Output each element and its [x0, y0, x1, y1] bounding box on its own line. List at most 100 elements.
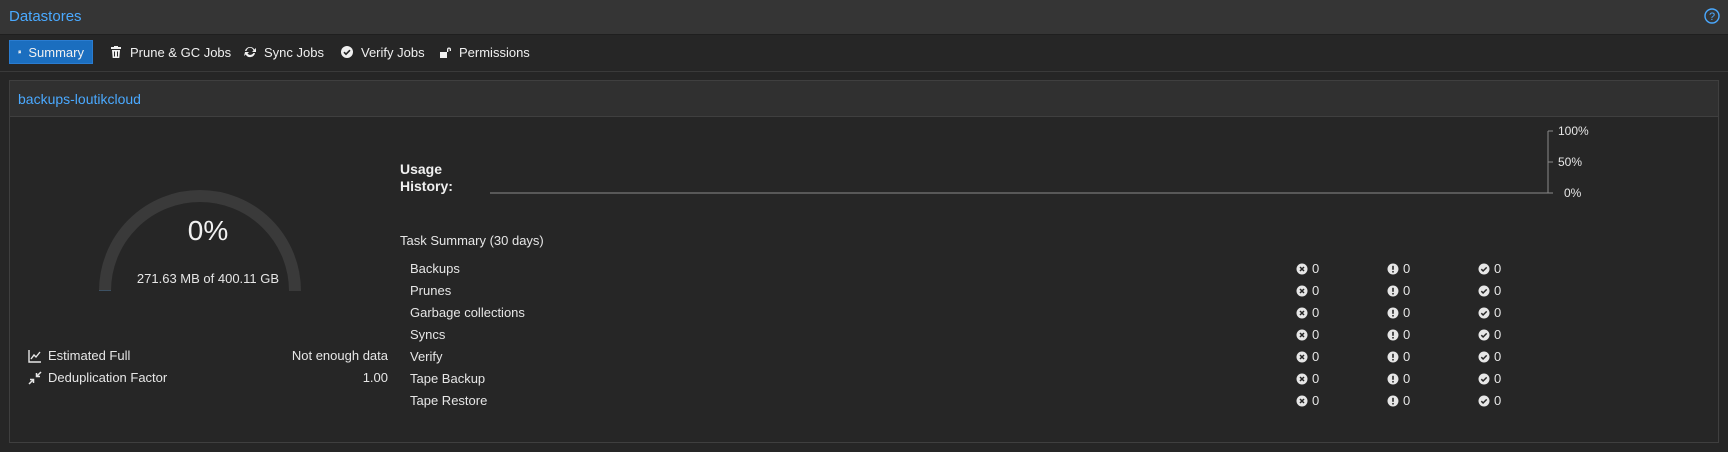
task-name: Verify [410, 349, 443, 364]
tab-summary-label: Summary [28, 44, 84, 60]
ok-icon [1478, 329, 1490, 340]
tab-prune-gc-jobs[interactable]: Prune & GC Jobs [101, 40, 239, 64]
chart-tick-label-0: 0% [1564, 186, 1582, 200]
warning-icon [1387, 395, 1399, 406]
warning-icon [1387, 285, 1399, 296]
task-ok: 0 [1478, 261, 1501, 276]
datastore-name: backups-loutikcloud [18, 91, 141, 107]
task-errors-count: 0 [1312, 305, 1320, 320]
task-ok-count: 0 [1494, 261, 1502, 276]
task-ok: 0 [1478, 305, 1501, 320]
datastore-panel: backups-loutikcloud 0% 271.63 MB of 400.… [9, 80, 1719, 443]
estimated-full-label: Estimated Full [48, 348, 131, 363]
task-errors-count: 0 [1312, 283, 1320, 298]
task-name: Garbage collections [410, 305, 525, 320]
error-icon [1296, 395, 1308, 406]
chart-tick-label-50: 50% [1558, 155, 1582, 169]
error-icon [1296, 373, 1308, 384]
task-warnings: 0 [1387, 283, 1410, 298]
task-warnings: 0 [1387, 349, 1410, 364]
task-warnings-count: 0 [1403, 283, 1411, 298]
ok-icon [1478, 351, 1490, 362]
task-warnings-count: 0 [1403, 393, 1411, 408]
task-ok-count: 0 [1494, 283, 1502, 298]
task-warnings-count: 0 [1403, 305, 1411, 320]
book-icon [18, 50, 21, 54]
tab-verify-jobs-label: Verify Jobs [361, 44, 425, 60]
warning-icon [1387, 263, 1399, 274]
error-icon [1296, 307, 1308, 318]
task-warnings-count: 0 [1403, 349, 1411, 364]
tab-verify-jobs[interactable]: Verify Jobs [332, 40, 433, 64]
task-errors-count: 0 [1312, 261, 1320, 276]
task-errors: 0 [1296, 305, 1319, 320]
task-errors-count: 0 [1312, 393, 1320, 408]
tab-prune-gc-jobs-label: Prune & GC Jobs [130, 44, 232, 60]
tab-summary[interactable]: Summary [9, 40, 93, 64]
task-ok: 0 [1478, 393, 1501, 408]
task-row: Tape Backup 0 0 0 [400, 371, 1650, 393]
ok-icon [1478, 285, 1490, 296]
ok-icon [1478, 373, 1490, 384]
svg-text:?: ? [1709, 11, 1715, 23]
task-warnings: 0 [1387, 327, 1410, 342]
task-row: Backups 0 0 0 [400, 261, 1650, 283]
task-row: Garbage collections 0 0 0 [400, 305, 1650, 327]
task-name: Tape Backup [410, 371, 486, 386]
task-errors: 0 [1296, 393, 1319, 408]
task-warnings: 0 [1387, 305, 1410, 320]
tab-permissions-label: Permissions [459, 44, 530, 60]
task-ok: 0 [1478, 327, 1501, 342]
trash-icon [111, 46, 121, 58]
task-errors: 0 [1296, 371, 1319, 386]
usage-history-chart: 100% 50% 0% [490, 124, 1589, 200]
task-warnings: 0 [1387, 261, 1410, 276]
task-errors: 0 [1296, 283, 1319, 298]
estimated-full-row: Estimated Full Not enough data [28, 348, 388, 366]
chart-tick-label-100: 100% [1558, 124, 1589, 138]
task-summary-title: Task Summary (30 days) [400, 233, 544, 248]
task-ok-count: 0 [1494, 371, 1502, 386]
task-ok: 0 [1478, 283, 1501, 298]
help-icon[interactable]: ? [1704, 8, 1720, 24]
error-icon [1296, 351, 1308, 362]
usage-history-label-line2: History: [400, 178, 453, 194]
task-errors: 0 [1296, 261, 1319, 276]
usage-text: 271.63 MB of 400.11 GB [136, 271, 280, 286]
compress-icon [28, 371, 42, 385]
task-ok-count: 0 [1494, 349, 1502, 364]
ok-icon [1478, 263, 1490, 274]
task-row: Prunes 0 0 0 [400, 283, 1650, 305]
warning-icon [1387, 351, 1399, 362]
tab-sync-jobs[interactable]: Sync Jobs [235, 40, 332, 64]
task-row: Tape Restore 0 0 0 [400, 393, 1650, 415]
task-errors-count: 0 [1312, 371, 1320, 386]
dedup-factor-row: Deduplication Factor 1.00 [28, 370, 388, 388]
task-errors: 0 [1296, 327, 1319, 342]
refresh-icon [244, 46, 256, 58]
task-ok-count: 0 [1494, 393, 1502, 408]
error-icon [1296, 263, 1308, 274]
usage-percent: 0% [187, 215, 229, 246]
warning-icon [1387, 329, 1399, 340]
tab-bar: Summary Prune & GC Jobs Sync Jobs Verify… [0, 35, 1728, 72]
tab-permissions[interactable]: Permissions [430, 40, 538, 64]
line-chart-icon [28, 350, 41, 363]
ok-icon [1478, 395, 1490, 406]
warning-icon [1387, 307, 1399, 318]
task-warnings-count: 0 [1403, 371, 1411, 386]
ok-icon [1478, 307, 1490, 318]
task-warnings: 0 [1387, 371, 1410, 386]
task-name: Tape Restore [410, 393, 488, 408]
error-icon [1296, 285, 1308, 296]
task-ok-count: 0 [1494, 305, 1502, 320]
dedup-factor-label: Deduplication Factor [48, 370, 168, 385]
task-name: Syncs [410, 327, 446, 342]
task-warnings: 0 [1387, 393, 1410, 408]
task-name: Backups [410, 261, 460, 276]
unlock-icon [440, 47, 451, 58]
task-errors-count: 0 [1312, 327, 1320, 342]
warning-icon [1387, 373, 1399, 384]
tab-sync-jobs-label: Sync Jobs [264, 44, 324, 60]
task-warnings-count: 0 [1403, 261, 1411, 276]
